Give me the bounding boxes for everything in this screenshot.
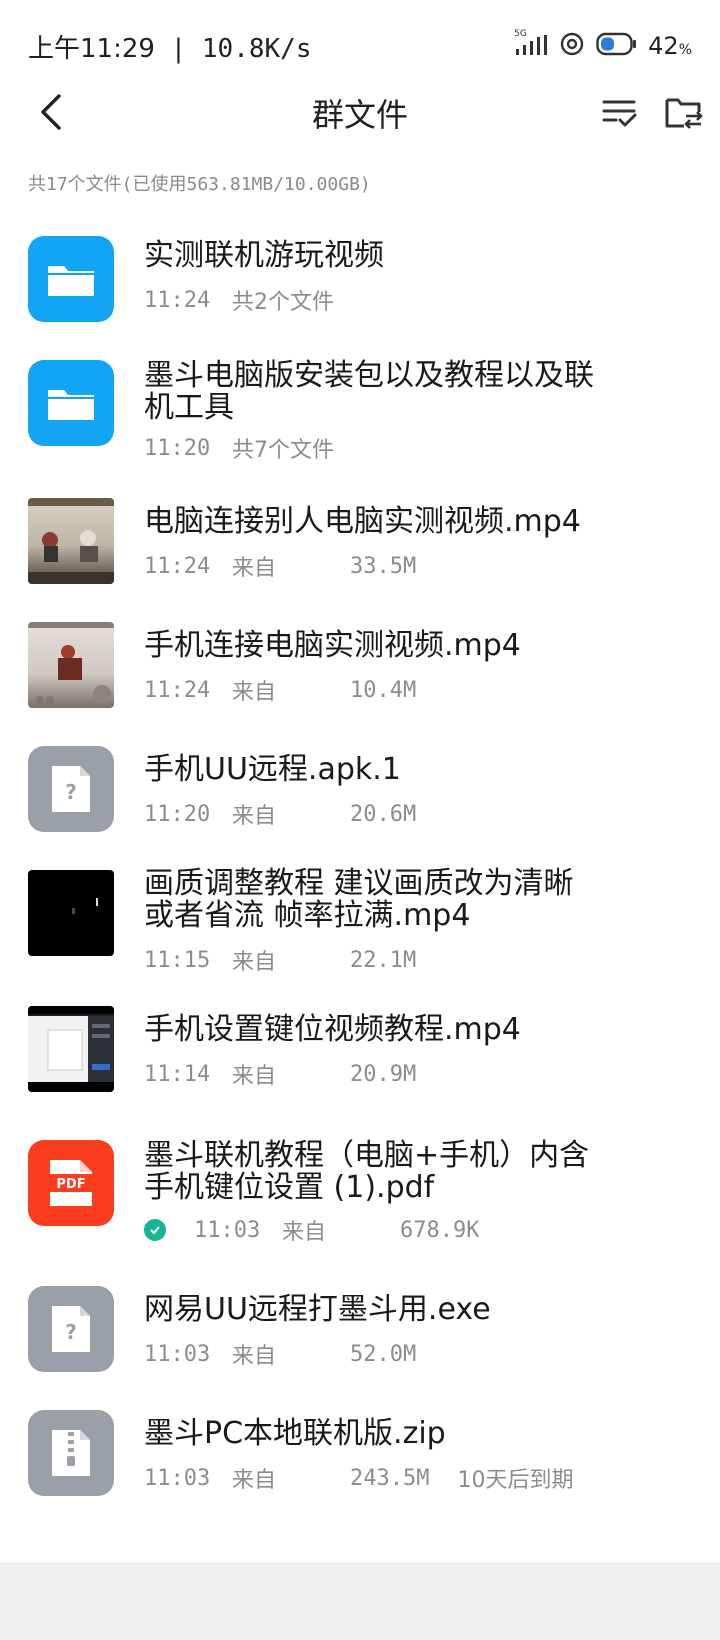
list-item[interactable]: 电脑连接别人电脑实测视频.mp4 11:24 来自 33.5M [0, 482, 720, 606]
list-item[interactable]: 手机设置键位视频教程.mp4 11:14 来自 20.9M [0, 1000, 720, 1122]
list-item[interactable]: 墨斗PC本地联机版.zip 11:03 来自 243.5M 10天后到期 [0, 1394, 720, 1518]
file-name: 画质调整教程 建议画质改为清晰或者省流 帧率拉满.mp4 [144, 866, 574, 933]
status-time: 上午11:29 | 10.8K/s [28, 34, 312, 64]
file-meta: 11:20 来自 20.6M [144, 801, 417, 830]
file-name: 手机设置键位视频教程.mp4 [144, 1012, 521, 1047]
file-meta: 11:03 来自 52.0M [144, 1341, 417, 1370]
file-meta: 11:20 共7个文件 [144, 435, 334, 464]
svg-text:?: ? [65, 780, 77, 804]
zip-file-icon [28, 1410, 114, 1496]
svg-text:?: ? [65, 1320, 77, 1344]
battery-level: 42% [648, 32, 692, 60]
list-item[interactable]: 手机连接电脑实测视频.mp4 11:24 来自 10.4M [0, 606, 720, 730]
file-name: 墨斗电脑版安装包以及教程以及联机工具 [144, 358, 594, 425]
file-meta: 11:15 来自 22.1M [144, 947, 417, 976]
sort-icon [602, 100, 637, 127]
unknown-file-icon: ? [28, 746, 114, 832]
folder-sync-icon [665, 98, 703, 129]
file-name: 实测联机游玩视频 [144, 238, 384, 273]
file-name: 手机连接电脑实测视频.mp4 [144, 628, 521, 663]
video-thumbnail [28, 498, 114, 584]
network-speed: 10.8K/s [201, 34, 312, 64]
expiry-label: 10天后到期 [457, 1468, 574, 1493]
header: 群文件 [0, 80, 720, 144]
file-list: 实测联机游玩视频 11:24 共2个文件 墨斗电脑版安装包以及教程以及联机工具 1… [0, 222, 720, 1518]
file-name: 网易UU远程打墨斗用.exe [144, 1292, 491, 1327]
file-meta: 11:24 共2个文件 [144, 287, 334, 316]
status-icons: 5G 42% [514, 29, 692, 62]
file-name: 墨斗联机教程（电脑+手机）内含手机键位设置 (1).pdf [144, 1138, 590, 1205]
network-label: 5G [514, 29, 527, 39]
list-item[interactable]: ? 手机UU远程.apk.1 11:20 来自 20.6M [0, 730, 720, 854]
file-name: 墨斗PC本地联机版.zip [144, 1416, 446, 1451]
battery-icon [596, 31, 638, 61]
file-meta: 11:03 来自 243.5M 10天后到期 [144, 1462, 573, 1494]
file-meta: 11:03 来自 678.9K [144, 1214, 507, 1246]
list-item[interactable]: PDF 墨斗联机教程（电脑+手机）内含手机键位设置 (1).pdf 11:03 来… [0, 1122, 720, 1270]
pdf-icon: PDF [28, 1140, 114, 1226]
list-item[interactable]: 墨斗电脑版安装包以及教程以及联机工具 11:20 共7个文件 [0, 346, 720, 482]
folder-icon [28, 236, 114, 322]
hotspot-icon [558, 31, 586, 61]
folder-sync-button[interactable] [664, 92, 704, 132]
signal-icon: 5G [514, 29, 548, 59]
bottom-area [0, 1562, 720, 1640]
file-meta: 11:24 来自 33.5M [144, 553, 417, 582]
pdf-label: PDF [56, 1177, 85, 1192]
file-meta: 11:24 来自 10.4M [144, 677, 417, 706]
sort-button[interactable] [600, 92, 640, 132]
video-thumbnail [28, 622, 114, 708]
downloaded-check-icon [144, 1219, 166, 1241]
unknown-file-icon: ? [28, 1286, 114, 1372]
list-item[interactable]: 画质调整教程 建议画质改为清晰或者省流 帧率拉满.mp4 11:15 来自 22.1… [0, 854, 720, 1000]
file-meta: 11:14 来自 20.9M [144, 1061, 417, 1090]
list-item[interactable]: ? 网易UU远程打墨斗用.exe 11:03 来自 52.0M [0, 1270, 720, 1394]
video-thumbnail [28, 1006, 114, 1092]
status-bar: 上午11:29 | 10.8K/s 5G 42% [0, 0, 720, 80]
file-name: 手机UU远程.apk.1 [144, 752, 401, 787]
video-thumbnail [28, 870, 114, 956]
storage-summary: 共17个文件(已使用563.81MB/10.00GB) [28, 174, 371, 195]
folder-icon [28, 360, 114, 446]
file-name: 电脑连接别人电脑实测视频.mp4 [144, 504, 581, 539]
list-item[interactable]: 实测联机游玩视频 11:24 共2个文件 [0, 222, 720, 346]
